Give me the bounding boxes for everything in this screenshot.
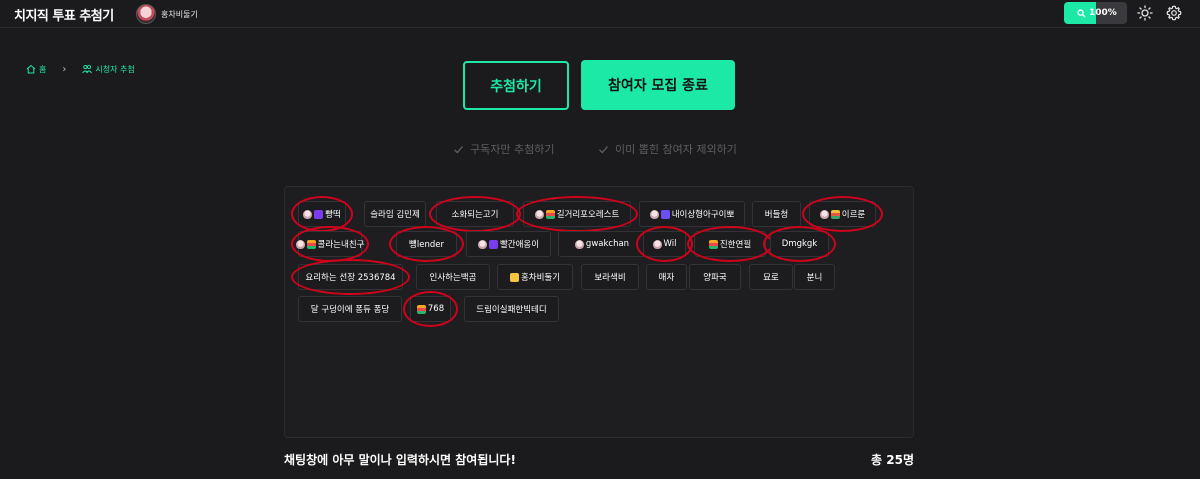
participant-chip[interactable]: 홍차비둘기 [497,264,573,290]
participant-name: 진한연필 [719,240,752,250]
participant-name: gwakchan [585,239,630,249]
subscribers-only-label: 구독자만 추첨하기 [470,143,555,156]
participant-name: 길거리포오레스트 [556,210,620,220]
rainbow-badge-icon [416,304,426,314]
participant-chip[interactable]: 인사하는백곰 [416,264,490,290]
participant-name: Wil [663,239,677,249]
heart-badge-icon [488,239,498,249]
breadcrumb-home-label: 홈 [39,64,47,74]
participant-name: 드림이실패한빅테디 [476,305,547,315]
egg-badge-icon [477,239,487,249]
participant-chip[interactable]: 빨간애옹이 [466,231,551,257]
participant-chip[interactable]: 요리하는 선장 2536784 [298,264,403,290]
egg-badge-icon [303,209,313,219]
participant-name: 요리하는 선장 2536784 [305,273,396,283]
participant-name: 홍차비둘기 [520,273,561,283]
egg-badge-icon [574,239,584,249]
participant-chip[interactable]: 버들청 [752,201,801,227]
participant-chip[interactable]: 768 [410,296,451,322]
participant-chip[interactable]: 슬라임 김민제 [364,201,426,227]
participant-name: 매자 [658,273,675,283]
magnifier-icon [1077,8,1086,18]
participant-chip[interactable]: 드림이실패한빅테디 [464,296,559,322]
participant-chip[interactable]: 내이상형아구이뽀 [639,201,745,227]
participant-name: 슬라임 김민제 [370,210,420,220]
participant-name: 빵떡 [325,210,341,220]
participant-chip[interactable]: 진한연필 [694,231,766,257]
participant-chip[interactable]: 양파국 [689,264,741,290]
participant-name: 달 구덩이에 퐁듀 퐁당 [310,305,390,315]
channel-info[interactable]: 홍차비둘기 [136,3,198,25]
participant-name: 분니 [806,273,823,283]
subscribers-only-checkbox[interactable]: 구독자만 추첨하기 [453,141,554,157]
participant-chip[interactable]: Wil [643,231,686,257]
app-title: 치지직 투표 추첨기 [14,9,114,24]
participant-name: 인사하는백곰 [429,273,477,283]
participant-name: 뻉lender [409,240,444,250]
participant-chip[interactable]: gwakchan [558,231,646,257]
chevron-right-icon: › [62,63,67,75]
tag-badge-icon [660,209,670,219]
participant-chip[interactable]: 소화되는고기 [436,201,514,227]
participant-chip[interactable]: 달 구덩이에 퐁듀 퐁당 [298,296,402,322]
heart-badge-icon [314,209,324,219]
participant-name: 보라색비 [594,273,626,283]
egg-badge-icon [295,239,305,249]
participant-chip[interactable]: 빵떡 [298,201,346,227]
participant-chip[interactable]: 뻉lender [396,231,457,257]
check-icon [599,145,608,153]
participant-name: 빨간애옹이 [499,240,540,250]
breadcrumb-current: 시청자 추첨 [82,64,135,75]
zoom-button[interactable]: 100% [1064,2,1127,24]
participant-chip[interactable]: 보라색비 [581,264,639,290]
participant-chip[interactable]: 묘로 [749,264,793,290]
breadcrumb-current-label: 시청자 추첨 [95,64,135,74]
exclude-drawn-label: 이미 뽑힌 참여자 제외하기 [615,143,737,156]
participant-chip[interactable]: 매자 [646,264,687,290]
rainbow-badge-icon [545,209,555,219]
rainbow2-badge-icon [830,209,840,219]
rainbow-badge-icon [708,239,718,249]
participant-chip[interactable]: Dmgkgk [770,231,829,257]
top-bar: 치지직 투표 추첨기 홍차비둘기 100% [0,0,1200,28]
participant-chip[interactable]: 이르룬 [809,201,876,227]
participant-chip[interactable]: 분니 [794,264,835,290]
channel-name: 홍차비둘기 [161,9,198,19]
home-icon [26,64,36,74]
egg-badge-icon [652,239,662,249]
participant-name: 콜라는내친구 [317,240,365,250]
rainbow-badge-icon [306,239,316,249]
breadcrumb-home[interactable]: 홈 [26,64,46,75]
participant-list: 빵떡 슬라임 김민제 소화되는고기 길거리포오레스트 내이상형아구이뽀 버들청 이르룬콜라는… [284,186,914,438]
exclude-drawn-checkbox[interactable]: 이미 뽑힌 참여자 제외하기 [598,141,737,157]
users-icon [82,64,93,74]
participant-name: 양파국 [703,273,727,283]
participant-name: 소화되는고기 [451,210,499,220]
draw-button[interactable]: 추첨하기 [463,61,569,110]
breadcrumb: 홈 › 시청자 추첨 [26,62,135,76]
participant-chip[interactable]: 콜라는내친구 [295,231,365,257]
sun-icon[interactable] [1137,5,1153,21]
egg-badge-icon [534,209,544,219]
participant-name: 묘로 [763,273,779,283]
zoom-label: 100% [1089,8,1117,18]
participant-name: Dmgkgk [781,239,818,249]
participant-total: 총 25명 [871,453,914,467]
coin-badge-icon [509,272,519,282]
end-recruit-button[interactable]: 참여자 모집 종료 [581,60,735,110]
join-instruction: 채팅창에 아무 말이나 입력하시면 참여됩니다! [284,453,516,467]
participant-chip[interactable]: 길거리포오레스트 [523,201,631,227]
gear-icon[interactable] [1166,5,1182,21]
avatar [136,4,156,24]
egg-badge-icon [819,209,829,219]
participant-name: 버들청 [764,210,789,220]
participant-name: 768 [427,304,445,314]
participant-name: 이르룬 [841,210,866,220]
egg-badge-icon [649,209,659,219]
check-icon [454,145,463,153]
participant-name: 내이상형아구이뽀 [671,210,735,220]
